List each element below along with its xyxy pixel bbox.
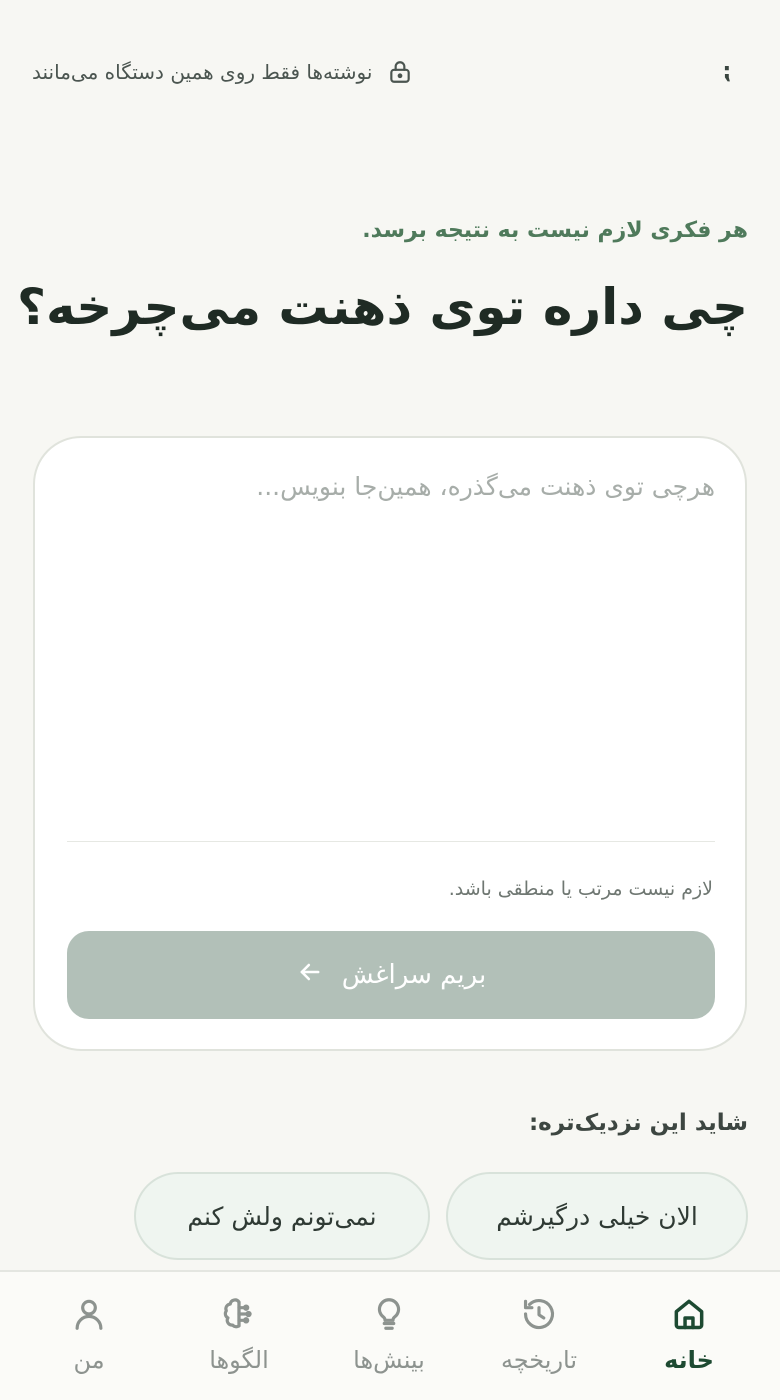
lock-icon: [386, 58, 414, 86]
composer-hint: لازم نیست مرتب یا منطقی باشد.: [448, 878, 713, 900]
brain-icon: [219, 1294, 259, 1334]
nav-item-home[interactable]: خانه: [614, 1294, 764, 1390]
submit-thought-button[interactable]: بریم سراغش: [67, 931, 715, 1019]
privacy-notice: نوشته‌ها فقط روی همین دستگاه می‌مانند: [32, 54, 414, 90]
more-menu-icon[interactable]: ⁏: [712, 56, 742, 86]
lightbulb-icon: [369, 1294, 409, 1334]
suggestions-title: شاید این نزدیک‌تره:: [528, 1110, 748, 1136]
history-icon: [519, 1294, 559, 1334]
page-title: چی داره توی ذهنت می‌چرخه؟: [16, 278, 748, 336]
nav-label: بینش‌ها: [353, 1346, 425, 1374]
submit-label: بریم سراغش: [341, 960, 487, 990]
privacy-note-text: نوشته‌ها فقط روی همین دستگاه می‌مانند: [32, 60, 373, 84]
thought-composer-card: لازم نیست مرتب یا منطقی باشد. بریم سراغش: [33, 436, 747, 1051]
nav-item-insights[interactable]: بینش‌ها: [314, 1294, 464, 1390]
top-bar: ⁏ نوشته‌ها فقط روی همین دستگاه می‌مانند: [0, 40, 780, 104]
page-subtitle: هر فکری لازم نیست به نتیجه برسد.: [362, 218, 748, 243]
suggestion-chip[interactable]: الان خیلی درگیرشم: [446, 1172, 748, 1260]
nav-label: خانه: [664, 1346, 714, 1374]
composer-divider: [67, 841, 715, 842]
bottom-navigation: خانه تاریخچه بینش‌ها: [0, 1270, 780, 1400]
suggestion-chip[interactable]: نمی‌تونم ولش کنم: [134, 1172, 430, 1260]
nav-item-history[interactable]: تاریخچه: [464, 1294, 614, 1390]
nav-item-patterns[interactable]: الگوها: [164, 1294, 314, 1390]
nav-label: الگوها: [209, 1346, 269, 1374]
nav-label: تاریخچه: [500, 1346, 578, 1374]
nav-label: من: [73, 1346, 105, 1374]
home-icon: [669, 1294, 709, 1334]
thought-input[interactable]: [67, 472, 715, 832]
nav-item-me[interactable]: من: [14, 1294, 164, 1390]
arrow-left-icon: [296, 958, 324, 993]
user-icon: [69, 1294, 109, 1334]
